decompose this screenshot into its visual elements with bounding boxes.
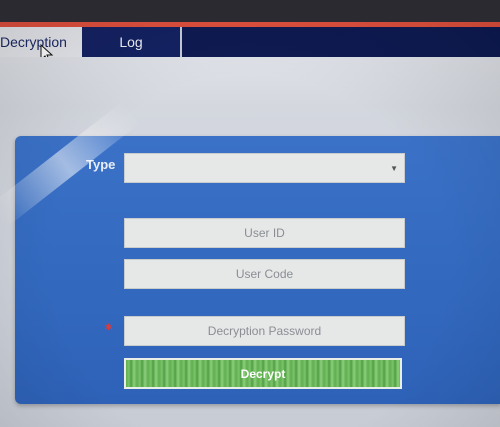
tab-log-label: Log [119,34,143,50]
user-id-placeholder: User ID [244,226,285,240]
user-code-field[interactable]: User Code [124,259,405,289]
user-id-field[interactable]: User ID [124,218,405,248]
type-label: Type [86,157,116,172]
user-code-placeholder: User Code [235,267,294,281]
decryption-password-field[interactable]: Decryption Password [124,316,405,346]
decrypt-button[interactable]: Decrypt [124,358,402,389]
tab-log[interactable]: Log [82,27,182,57]
tab-bar: Decryption Log [0,27,500,57]
chevron-down-icon: ▼ [390,163,398,173]
toolbar-area [0,57,500,107]
decrypt-button-label: Decrypt [240,366,286,381]
required-marker: * [105,322,113,338]
type-select[interactable]: ▼ [124,153,405,183]
tab-decryption-label: Decryption [0,34,67,50]
decryption-password-placeholder: Decryption Password [207,324,322,338]
